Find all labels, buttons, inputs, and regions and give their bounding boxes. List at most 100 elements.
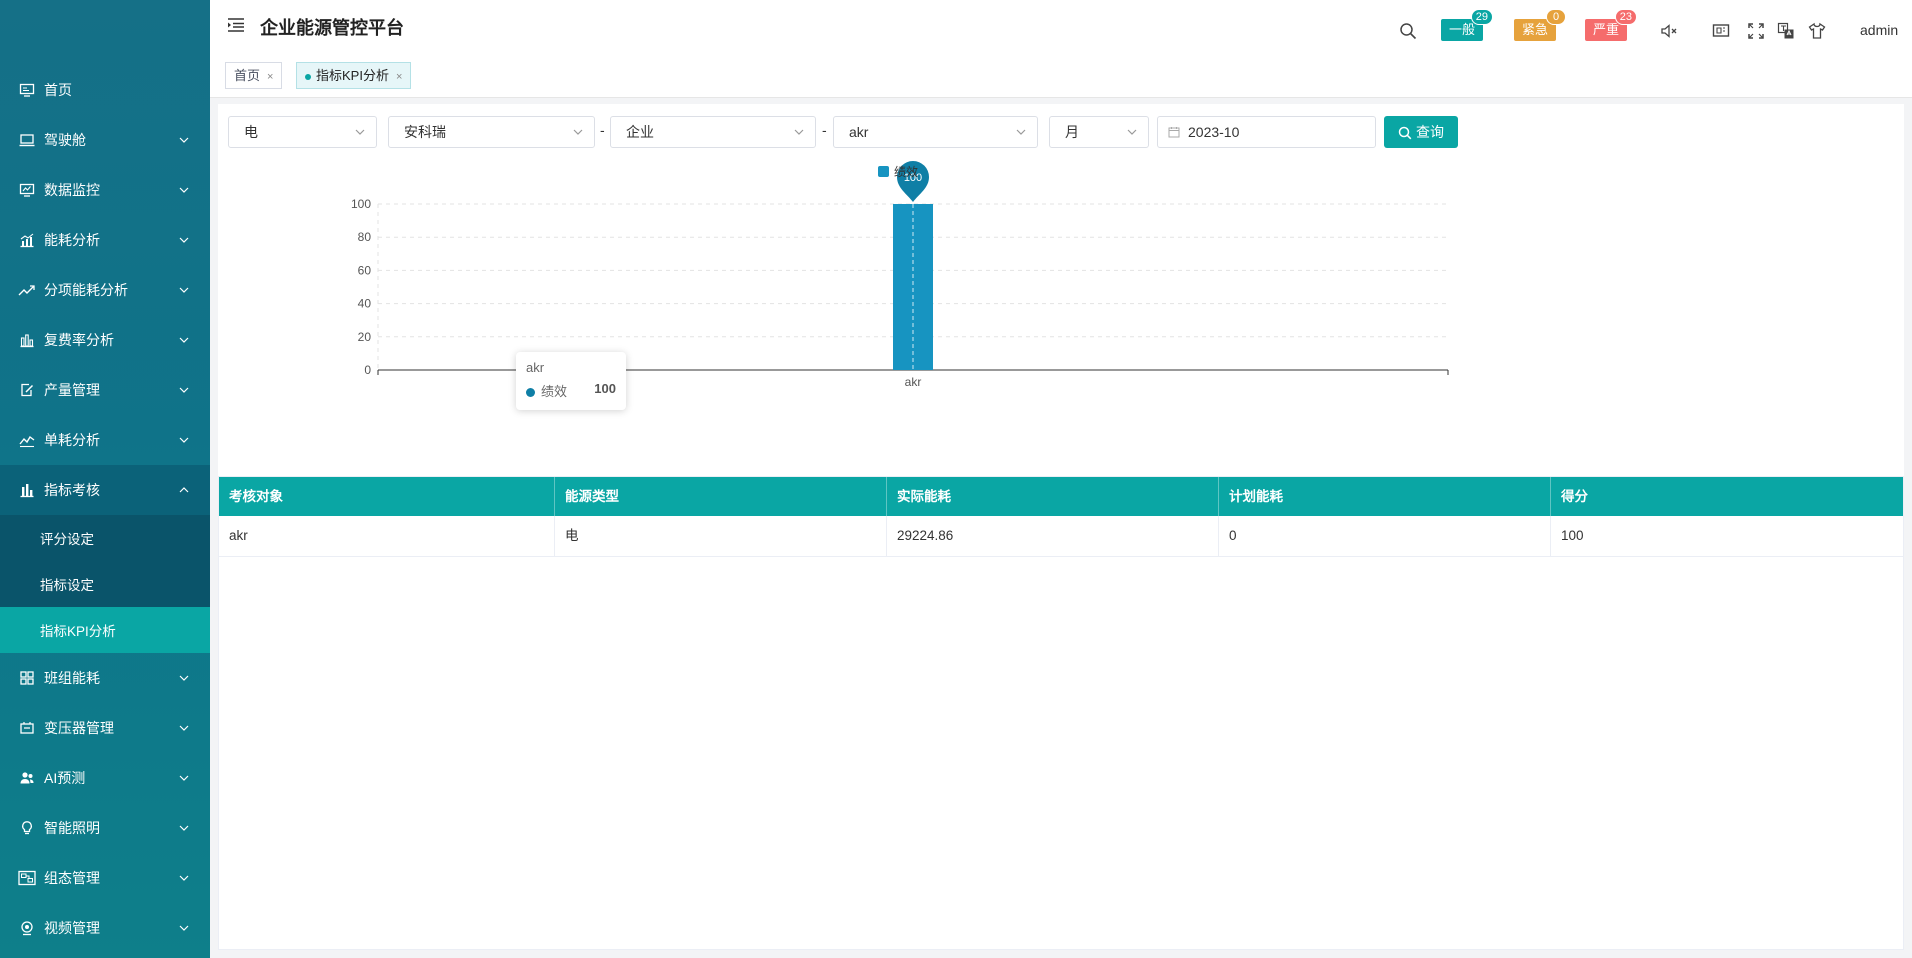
config-screen-icon — [18, 869, 36, 887]
sidebar-subitem-kpi-analysis[interactable]: 指标KPI分析 — [0, 607, 210, 653]
legend-label: 绩效 — [894, 164, 918, 179]
object-select[interactable]: akr — [833, 116, 1038, 148]
sidebar-item-label: 复费率分析 — [44, 332, 114, 348]
chevron-down-icon — [179, 875, 189, 881]
content-panel: 电 安科瑞 - 企业 - akr 月 2023-10 查询 0 20 40 60… — [218, 104, 1904, 950]
transformer-icon — [18, 719, 36, 737]
sidebar-item-itemized-analysis[interactable]: 分项能耗分析 — [0, 265, 210, 315]
column-chart-icon — [18, 481, 36, 499]
period-select[interactable]: 月 — [1049, 116, 1149, 148]
theme-shirt-icon[interactable] — [1808, 22, 1826, 40]
table-cell: 29224.86 — [887, 516, 1219, 556]
edit-document-icon — [18, 381, 36, 399]
sidebar-item-home[interactable]: 首页 — [0, 65, 210, 115]
chevron-down-icon — [179, 387, 189, 393]
site-value: 安科瑞 — [404, 124, 446, 140]
chevron-down-icon — [179, 675, 189, 681]
y-tick-label: 80 — [358, 230, 372, 244]
sidebar-item-label: 智能照明 — [44, 820, 100, 836]
separator-dash: - — [822, 122, 827, 138]
chevron-down-icon — [179, 187, 189, 193]
sidebar-item-smart-lighting[interactable]: 智能照明 — [0, 803, 210, 853]
y-tick-label: 40 — [358, 297, 372, 311]
search-icon — [1398, 127, 1412, 140]
sidebar-item-label: 产量管理 — [44, 382, 100, 398]
alarm-urgent-button[interactable]: 紧急 0 — [1514, 9, 1567, 41]
sidebar-item-data-monitor[interactable]: 数据监控 — [0, 165, 210, 215]
kpi-chart: 0 20 40 60 80 100 100 akr 绩效 akr 绩效 100 — [218, 154, 1904, 474]
sidebar-item-cockpit[interactable]: 驾驶舱 — [0, 115, 210, 165]
grid-icon — [18, 669, 36, 687]
monitor-icon — [18, 81, 36, 99]
close-icon[interactable]: × — [396, 71, 402, 83]
zigzag-trend-icon — [18, 431, 36, 449]
alarm-normal-count: 29 — [1470, 9, 1494, 25]
level-value: 企业 — [626, 124, 654, 140]
calendar-icon — [1168, 127, 1180, 138]
sidebar-item-energy-analysis[interactable]: 能耗分析 — [0, 215, 210, 265]
tags-view: 首页 × 指标KPI分析 × — [210, 52, 1912, 98]
alarm-severe-label: 严重 — [1593, 22, 1620, 37]
tab-home[interactable]: 首页 × — [225, 62, 283, 89]
energy-type-select[interactable]: 电 — [228, 116, 377, 148]
chevron-down-icon — [573, 129, 583, 135]
sidebar-item-label: 首页 — [44, 82, 72, 98]
sidebar-item-label: 单耗分析 — [44, 432, 100, 448]
kpi-bar-chart: 020406080100100akr绩效 — [351, 161, 1449, 389]
page-title: 企业能源管控平台 — [260, 18, 404, 38]
sidebar-item-configuration[interactable]: 组态管理 — [0, 853, 210, 903]
sidebar-item-transformer[interactable]: 变压器管理 — [0, 703, 210, 753]
chevron-down-icon — [179, 437, 189, 443]
alarm-severe-button[interactable]: 严重 23 — [1585, 9, 1638, 41]
chevron-down-icon — [179, 725, 189, 731]
screen-icon[interactable] — [1712, 22, 1730, 40]
menu-fold-icon[interactable] — [227, 16, 245, 34]
sidebar-item-label: 驾驶舱 — [44, 132, 86, 148]
table-header-cell: 得分 — [1561, 489, 1588, 504]
tooltip-row: 绩效 100 — [526, 381, 616, 400]
fullscreen-icon[interactable] — [1747, 22, 1765, 40]
sidebar-item-label: 视频管理 — [44, 920, 100, 936]
search-icon[interactable] — [1399, 22, 1417, 40]
mute-icon[interactable] — [1660, 22, 1678, 40]
month-date-picker[interactable]: 2023-10 — [1157, 116, 1376, 148]
energy-type-value: 电 — [244, 124, 258, 140]
sidebar-item-ai-forecast[interactable]: AI预测 — [0, 753, 210, 803]
top-header: 企业能源管控平台 一般 29 紧急 0 严重 23 admin — [210, 0, 1912, 52]
x-tick-label: akr — [905, 375, 922, 389]
table-header-cell: 能源类型 — [555, 477, 887, 516]
sidebar-item-team-energy[interactable]: 班组能耗 — [0, 653, 210, 703]
sidebar-item-indicator-assessment[interactable]: 指标考核 — [0, 465, 210, 515]
sidebar-item-output-management[interactable]: 产量管理 — [0, 365, 210, 415]
sidebar-item-rate-analysis[interactable]: 复费率分析 — [0, 315, 210, 365]
app-root: 首页 驾驶舱 数据监控 能耗分析 分项能耗分析 复费率分析 产量管理 单耗分析 … — [0, 0, 1912, 958]
translate-icon[interactable] — [1777, 22, 1795, 40]
date-value: 2023-10 — [1188, 124, 1240, 140]
alarm-normal-label: 一般 — [1449, 22, 1476, 37]
sidebar-item-video[interactable]: 视频管理 — [0, 903, 210, 953]
chevron-down-icon — [179, 825, 189, 831]
chart-tooltip: akr 绩效 100 — [516, 352, 626, 410]
chevron-down-icon — [179, 137, 189, 143]
tab-kpi-analysis[interactable]: 指标KPI分析 × — [296, 62, 412, 89]
dashboard-icon — [18, 181, 36, 199]
sidebar-item-label: 能耗分析 — [44, 232, 100, 248]
close-icon[interactable]: × — [267, 71, 273, 83]
sidebar-subitem-score-setting[interactable]: 评分设定 — [0, 515, 210, 561]
site-select[interactable]: 安科瑞 — [388, 116, 595, 148]
sidebar-subitem-indicator-setting[interactable]: 指标设定 — [0, 561, 210, 607]
alarm-urgent-count: 0 — [1546, 9, 1567, 25]
sidebar-item-unit-consumption[interactable]: 单耗分析 — [0, 415, 210, 465]
alarm-urgent-label: 紧急 — [1522, 22, 1549, 37]
table-row[interactable]: akr 电 29224.86 0 100 — [219, 516, 1903, 557]
table-cell: 电 — [555, 516, 887, 556]
chevron-down-icon — [179, 925, 189, 931]
y-tick-label: 60 — [358, 263, 372, 277]
kpi-table: 考核对象 能源类型 实际能耗 计划能耗 得分 akr 电 29224.86 0 … — [218, 476, 1904, 950]
user-name[interactable]: admin — [1860, 22, 1898, 38]
alarm-normal-button[interactable]: 一般 29 — [1441, 9, 1494, 41]
chevron-down-icon — [179, 287, 189, 293]
legend-swatch — [878, 166, 889, 177]
query-button[interactable]: 查询 — [1384, 116, 1458, 148]
level-select[interactable]: 企业 — [610, 116, 816, 148]
